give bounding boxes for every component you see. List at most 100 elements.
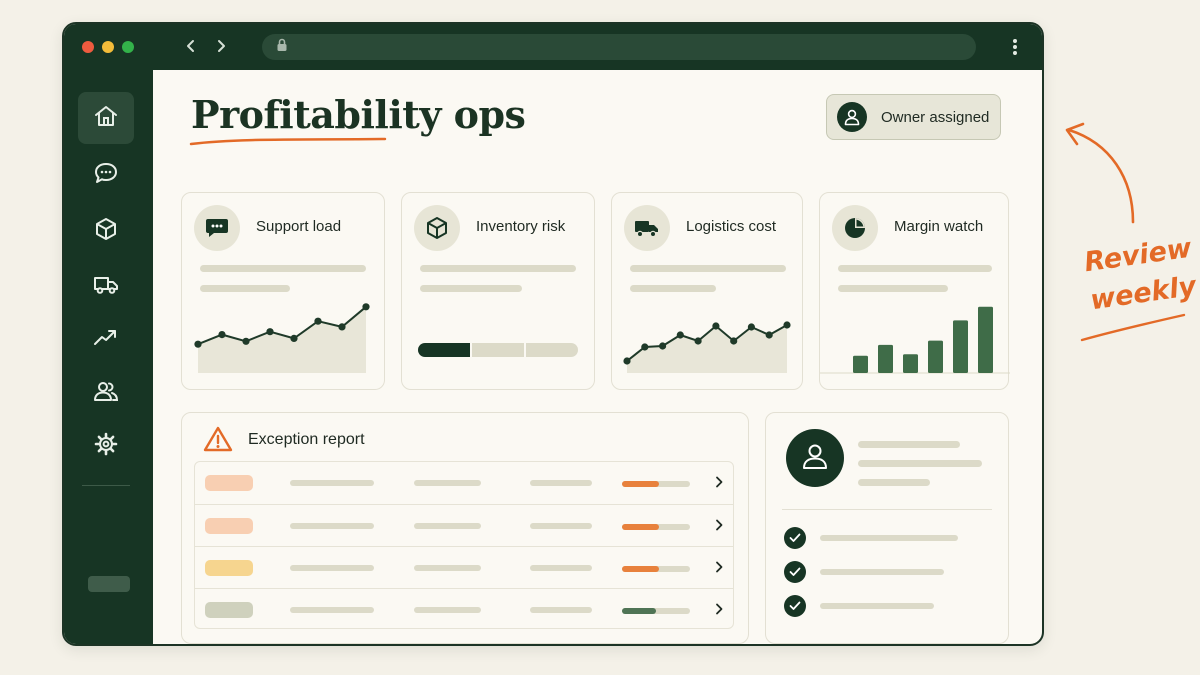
truck-icon [624,205,670,251]
sparkline-point [266,328,274,336]
kpi-card-logistics-cost[interactable]: Logistics cost [611,192,803,390]
chevron-right-icon[interactable] [711,601,727,617]
sidebar-divider [82,485,130,486]
row-progress-track [622,524,690,530]
placeholder-cell [290,565,374,571]
placeholder-line [838,285,948,292]
margin-bar [953,320,968,373]
placeholder-cell [290,523,374,529]
sparkline-point [712,322,720,330]
sparkline-point [362,303,370,311]
close-window-dot[interactable] [82,41,94,53]
placeholder-line [838,265,992,272]
check-circle-icon[interactable] [784,527,806,549]
margin-bar [978,306,993,373]
user-icon [800,441,830,476]
logistics-cost-sparkline [623,321,791,373]
table-row[interactable] [195,504,733,546]
status-tag [205,602,253,618]
chevron-right-icon[interactable] [711,517,727,533]
row-progress-track [622,608,690,614]
owner-assigned-label: Owner assigned [881,108,990,126]
maximize-window-dot[interactable] [122,41,134,53]
check-circle-icon[interactable] [784,595,806,617]
title-underline-stroke [189,137,387,146]
sidebar-item-home[interactable] [78,92,134,144]
owner-details-card [765,412,1009,644]
sparkline-point [290,334,298,342]
kpi-card-margin-watch[interactable]: Margin watch [819,192,1010,390]
placeholder-line [200,285,290,292]
main-content: Profitability ops Owner assigned Support… [153,70,1042,644]
checklist-item-placeholder [820,535,958,541]
margin-bar [878,344,893,373]
chat-icon [93,160,119,191]
chat-icon [194,205,240,251]
kpi-title: Support load [256,218,342,235]
progress-segment [472,343,524,357]
placeholder-cell [290,607,374,613]
annotation-arrow [1065,122,1135,224]
sparkline-point [659,342,667,350]
gear-icon [93,431,119,462]
table-row[interactable] [195,462,733,504]
home-icon [93,103,119,134]
margin-bar [928,340,943,373]
checklist-item-placeholder [820,603,934,609]
placeholder-cell [414,480,481,486]
sidebar [64,70,153,644]
kpi-title: Inventory risk [476,218,566,235]
progress-segment [526,343,578,357]
kpi-card-inventory-risk[interactable]: Inventory risk [401,192,595,390]
placeholder-cell [530,523,592,529]
kpi-title: Margin watch [894,218,984,235]
sidebar-item-messages[interactable] [78,149,134,201]
kebab-menu-icon[interactable] [1004,36,1026,58]
sidebar-item-logistics[interactable] [78,260,134,312]
sparkline-point [218,331,226,339]
sparkline-area [198,306,366,373]
sparkline-point [730,337,738,345]
owner-avatar [786,429,844,487]
sparkline-point [641,343,649,351]
status-tag [205,518,253,534]
placeholder-cell [414,565,481,571]
checklist-item-placeholder [820,569,944,575]
placeholder-line [630,285,716,292]
warning-icon [202,425,234,458]
kpi-card-support-load[interactable]: Support load [181,192,385,390]
row-progress-fill [622,524,660,530]
support-load-sparkline [194,303,370,373]
placeholder-cell [290,480,374,486]
sidebar-item-team[interactable] [78,367,134,419]
owner-assigned-button[interactable]: Owner assigned [826,94,1001,140]
table-row[interactable] [195,546,733,588]
chevron-right-icon[interactable] [711,559,727,575]
sidebar-item-inventory[interactable] [78,205,134,257]
sidebar-collapse-toggle[interactable] [88,576,130,592]
placeholder-line [858,460,982,467]
lock-icon [276,38,288,57]
check-circle-icon[interactable] [784,561,806,583]
row-progress-track [622,481,690,487]
placeholder-line [858,479,930,486]
table-row[interactable] [195,588,733,630]
user-icon [837,102,867,132]
placeholder-cell [530,565,592,571]
row-progress-fill [622,566,660,572]
chevron-left-icon[interactable] [180,35,202,57]
sparkline-point [314,317,322,325]
margin-bar [853,355,868,373]
sidebar-item-settings[interactable] [78,420,134,472]
address-bar[interactable] [262,34,976,60]
sparkline-point [194,340,202,348]
sidebar-item-analytics[interactable] [78,313,134,365]
placeholder-cell [530,480,592,486]
chevron-right-icon[interactable] [711,474,727,490]
minimize-window-dot[interactable] [102,41,114,53]
exception-report-title: Exception report [248,431,365,448]
placeholder-cell [414,607,481,613]
chevron-right-icon[interactable] [210,35,232,57]
placeholder-line [858,441,960,448]
placeholder-line [420,265,576,272]
